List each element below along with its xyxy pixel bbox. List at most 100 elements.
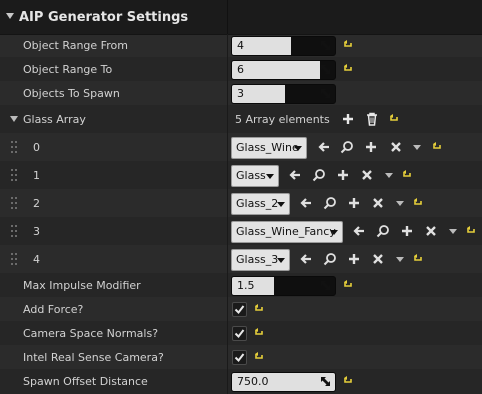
column-divider [227,217,228,245]
reset-to-default-icon[interactable] [343,376,353,386]
reset-to-default-icon[interactable] [432,142,442,152]
panel-header[interactable]: AIP Generator Settings [0,0,482,35]
reset-to-default-icon[interactable] [343,280,353,290]
remove-x-icon[interactable] [371,252,385,266]
drag-handle-icon[interactable] [11,141,17,153]
resize-handle-icon[interactable] [320,40,331,51]
dropdown-arrow-icon [277,258,285,263]
column-divider [227,369,228,394]
resize-handle-icon[interactable] [320,376,331,387]
max-impulse-modifier-input[interactable]: 1.5 [231,276,336,296]
reset-to-default-icon[interactable] [466,226,476,236]
reset-to-default-icon[interactable] [343,64,353,74]
row-add-force: Add Force? [0,297,482,321]
insert-icon[interactable] [400,224,414,238]
asset-name: Glass_Wine [236,141,299,154]
reset-to-default-icon[interactable] [413,254,423,264]
browse-magnifier-icon[interactable] [323,196,337,210]
row-camera-space-normals: Camera Space Normals? [0,321,482,345]
add-force-label: Add Force? [23,302,84,316]
asset-combo[interactable]: Glass_3 [231,249,290,271]
asset-combo[interactable]: Glass_Wine [231,137,307,159]
resize-handle-icon[interactable] [320,64,331,75]
column-divider [227,81,228,105]
column-divider [227,245,228,273]
more-options-arrow-icon[interactable] [413,145,421,150]
browse-magnifier-icon[interactable] [323,252,337,266]
collapse-arrow-icon[interactable] [6,13,14,19]
reset-to-default-icon[interactable] [343,40,353,50]
row-object-range-from: Object Range From 4 [0,34,482,57]
objects-to-spawn-label: Objects To Spawn [23,86,120,100]
browse-magnifier-icon[interactable] [340,140,354,154]
object-range-to-value: 6 [237,63,244,76]
intel-real-sense-camera-checkbox[interactable] [232,350,247,365]
objects-to-spawn-input[interactable]: 3 [231,84,336,104]
use-selected-arrow-icon[interactable] [299,252,313,266]
remove-x-icon[interactable] [371,196,385,210]
more-options-arrow-icon[interactable] [396,257,404,262]
drag-handle-icon[interactable] [11,197,17,209]
remove-x-icon[interactable] [389,140,403,154]
more-options-arrow-icon[interactable] [385,173,393,178]
reset-to-default-icon[interactable] [254,304,264,314]
array-index: 1 [33,168,40,182]
drag-handle-icon[interactable] [11,225,17,237]
asset-combo[interactable]: Glass_2 [231,193,290,215]
column-divider [227,34,228,57]
reset-to-default-icon[interactable] [402,170,412,180]
checkmark-icon [234,353,245,363]
remove-x-icon[interactable] [424,224,438,238]
row-objects-to-spawn: Objects To Spawn 3 [0,81,482,105]
array-element-row: 4 Glass_3 [0,245,482,273]
use-selected-arrow-icon[interactable] [299,196,313,210]
asset-combo[interactable]: Glass_Wine_Fancy [231,221,343,243]
column-divider [227,57,228,81]
delete-all-icon[interactable] [365,112,379,126]
spawn-offset-distance-value: 750.0 [237,375,269,388]
resize-handle-icon[interactable] [320,280,331,291]
reset-to-default-icon[interactable] [389,114,399,124]
dropdown-arrow-icon [330,230,338,235]
array-element-row: 2 Glass_2 [0,189,482,217]
use-selected-arrow-icon[interactable] [317,140,331,154]
column-divider [227,273,228,297]
object-range-from-value: 4 [237,39,244,52]
resize-handle-icon[interactable] [320,88,331,99]
camera-space-normals-checkbox[interactable] [232,326,247,341]
insert-icon[interactable] [364,140,378,154]
remove-x-icon[interactable] [360,168,374,182]
column-divider [227,189,228,217]
insert-icon[interactable] [347,196,361,210]
drag-handle-icon[interactable] [11,169,17,181]
dropdown-arrow-icon [277,202,285,207]
reset-to-default-icon[interactable] [413,198,423,208]
spawn-offset-distance-input[interactable]: 750.0 [231,372,336,392]
use-selected-arrow-icon[interactable] [288,168,302,182]
add-element-icon[interactable] [341,112,355,126]
asset-combo[interactable]: Glass [231,165,279,187]
insert-icon[interactable] [347,252,361,266]
drag-handle-icon[interactable] [11,253,17,265]
column-divider [227,133,228,161]
array-index: 0 [33,140,40,154]
reset-to-default-icon[interactable] [254,328,264,338]
row-spawn-offset-distance: Spawn Offset Distance 750.0 [0,369,482,394]
reset-to-default-icon[interactable] [254,352,264,362]
panel-title: AIP Generator Settings [19,10,189,25]
object-range-to-input[interactable]: 6 [231,60,336,80]
browse-magnifier-icon[interactable] [312,168,326,182]
browse-magnifier-icon[interactable] [376,224,390,238]
checkmark-icon [234,305,245,315]
slider-fill [232,61,320,79]
column-divider [227,321,228,345]
add-force-checkbox[interactable] [232,302,247,317]
more-options-arrow-icon[interactable] [449,229,457,234]
header-separator [227,0,228,34]
checkmark-icon [234,329,245,339]
use-selected-arrow-icon[interactable] [352,224,366,238]
expand-arrow-icon[interactable] [10,116,18,122]
object-range-from-input[interactable]: 4 [231,36,336,56]
more-options-arrow-icon[interactable] [396,201,404,206]
insert-icon[interactable] [336,168,350,182]
